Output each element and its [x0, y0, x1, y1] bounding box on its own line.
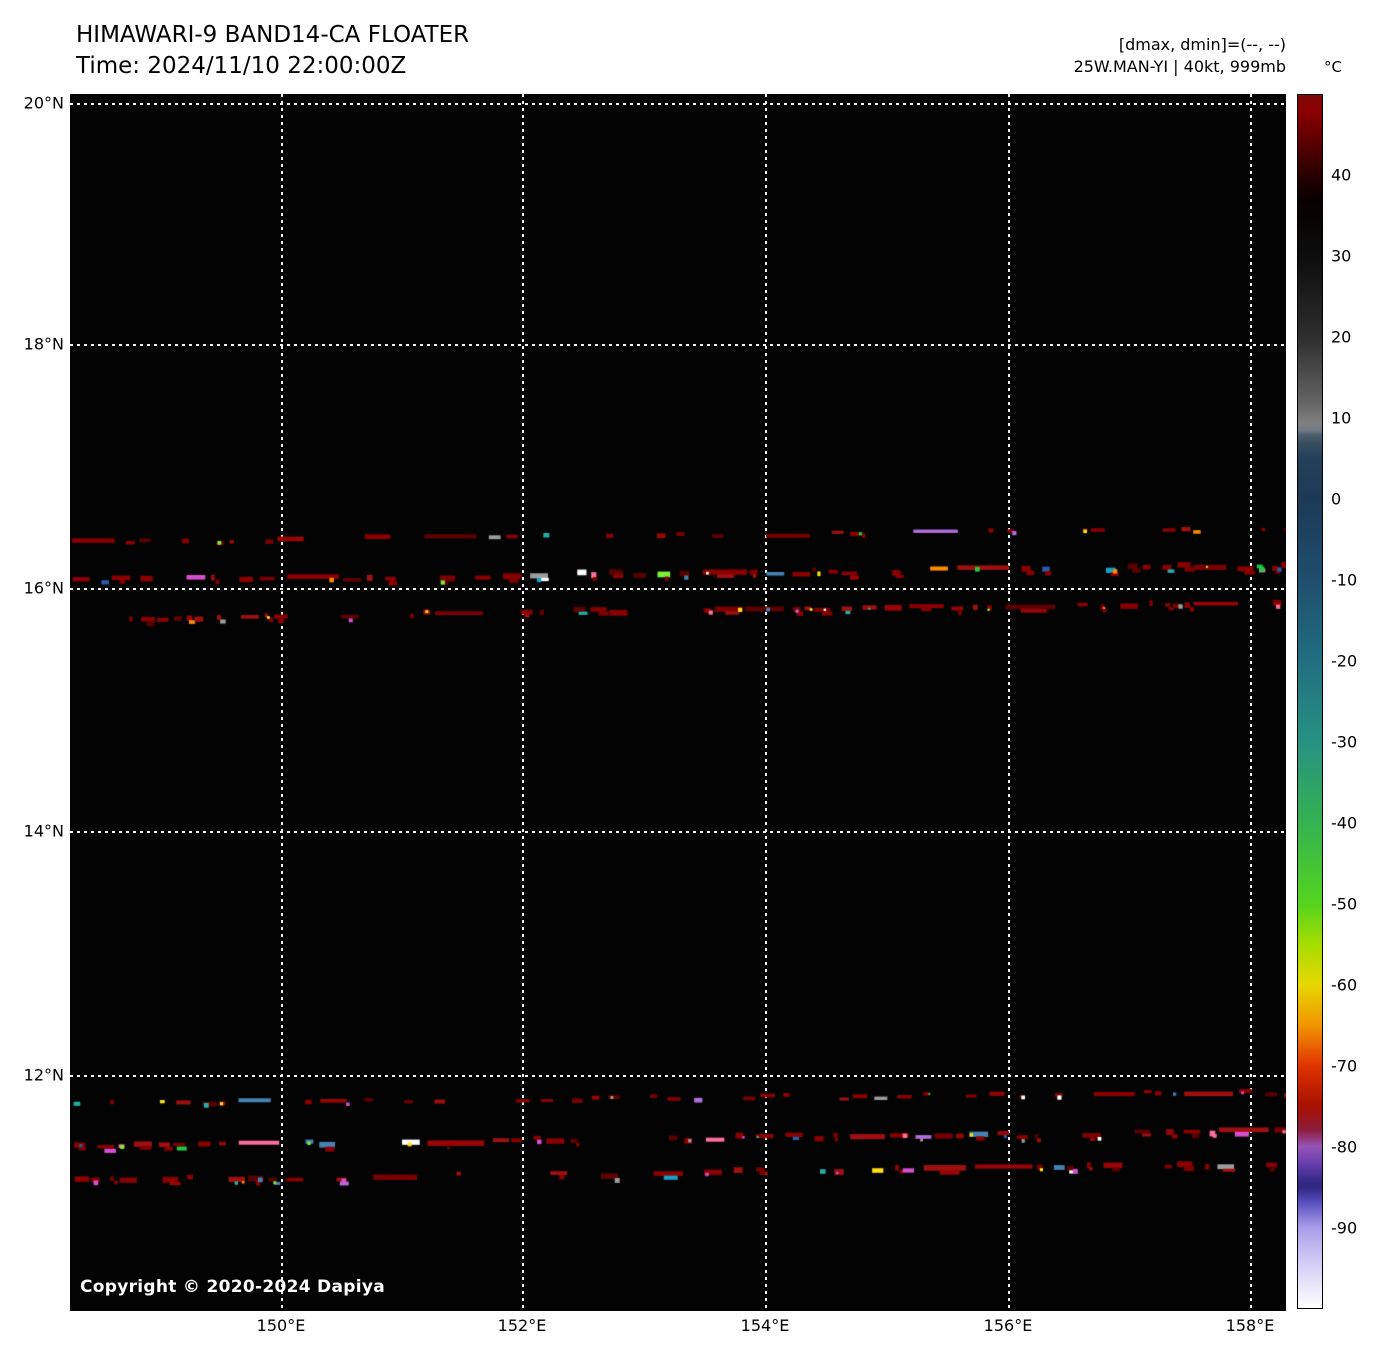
colorbar-tick-label: -20 [1331, 652, 1357, 671]
x-tick-label: 152°E [498, 1316, 547, 1335]
colorbar-tick-label: 30 [1331, 247, 1351, 266]
colorbar-tick-label: 20 [1331, 328, 1351, 347]
colorbar-tick-label: -70 [1331, 1057, 1357, 1076]
colorbar-tick-label: 0 [1331, 490, 1341, 509]
colorbar-tick-label: -60 [1331, 976, 1357, 995]
satellite-imagery-viewer: HIMAWARI-9 BAND14-CA FLOATER Time: 2024/… [0, 0, 1390, 1359]
y-tick-label: 20°N [0, 94, 64, 113]
y-tick-label: 14°N [0, 822, 64, 841]
x-tick-label: 150°E [257, 1316, 306, 1335]
y-tick-label: 18°N [0, 335, 64, 354]
colorbar-tick-label: 40 [1331, 166, 1351, 185]
map-plot-area: Copyright © 2020-2024 Dapiya [70, 94, 1286, 1311]
x-tick-label: 154°E [741, 1316, 790, 1335]
dmax-dmin-label: [dmax, dmin]=(--, --) [1074, 34, 1286, 56]
y-tick-label: 16°N [0, 579, 64, 598]
colorbar-tick-label: -10 [1331, 571, 1357, 590]
colorbar-tick-label: -30 [1331, 733, 1357, 752]
storm-id-label: 25W.MAN-YI | 40kt, 999mb [1074, 56, 1286, 78]
storm-info-block: [dmax, dmin]=(--, --) 25W.MAN-YI | 40kt,… [1074, 34, 1286, 78]
copyright-watermark: Copyright © 2020-2024 Dapiya [80, 1277, 385, 1297]
colorbar-tick-label: -40 [1331, 814, 1357, 833]
colorbar-tick-label: 10 [1331, 409, 1351, 428]
colorbar-tick-label: -50 [1331, 895, 1357, 914]
x-tick-label: 158°E [1226, 1316, 1275, 1335]
plot-time-subtitle: Time: 2024/11/10 22:00:00Z [76, 51, 469, 82]
colorbar [1297, 94, 1323, 1309]
plot-title: HIMAWARI-9 BAND14-CA FLOATER [76, 20, 469, 51]
colorbar-tick-label: -80 [1331, 1138, 1357, 1157]
plot-title-block: HIMAWARI-9 BAND14-CA FLOATER Time: 2024/… [76, 20, 469, 82]
colorbar-unit-label: °C [1324, 58, 1342, 76]
colorbar-tick-label: -90 [1331, 1219, 1357, 1238]
y-tick-label: 12°N [0, 1066, 64, 1085]
satellite-noise-canvas [70, 94, 1286, 1311]
x-tick-label: 156°E [984, 1316, 1033, 1335]
